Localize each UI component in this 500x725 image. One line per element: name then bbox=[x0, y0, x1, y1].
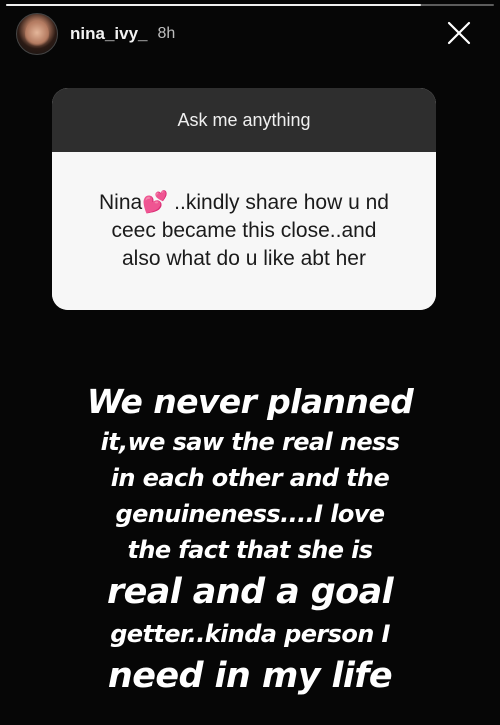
answer-line: genuineness....I love bbox=[115, 500, 386, 528]
story-progress-fill bbox=[6, 4, 421, 6]
question-sticker-title: Ask me anything bbox=[52, 88, 436, 152]
question-line: also what do u like abt her bbox=[122, 247, 366, 270]
question-sticker[interactable]: Ask me anything Nina💕 ..kindly share how… bbox=[52, 88, 436, 310]
answer-line: the fact that she is bbox=[127, 536, 374, 564]
question-line: Nina💕 ..kindly share how u nd bbox=[99, 191, 389, 214]
username[interactable]: nina_ivy_ bbox=[70, 24, 148, 44]
story-header: nina_ivy_ 8h bbox=[16, 12, 484, 56]
close-icon bbox=[447, 21, 471, 45]
answer-line: real and a goal bbox=[106, 572, 394, 612]
question-line: ceec became this close..and bbox=[111, 219, 377, 242]
answer-line: it,we saw the real ness bbox=[100, 428, 400, 456]
answer-line: getter..kinda person I bbox=[110, 620, 390, 648]
story-progress-bar bbox=[6, 4, 494, 6]
answer-text: We never planned it,we saw the real ness… bbox=[20, 380, 480, 700]
post-time: 8h bbox=[157, 25, 176, 42]
answer-line: need in my life bbox=[107, 656, 393, 696]
avatar[interactable] bbox=[16, 13, 58, 55]
story-viewer[interactable]: nina_ivy_ 8h Ask me anything Nina💕 ..kin… bbox=[0, 0, 500, 725]
answer-line: in each other and the bbox=[110, 464, 390, 492]
close-button[interactable] bbox=[444, 18, 474, 48]
question-text: Nina💕 ..kindly share how u nd ceec becam… bbox=[52, 152, 436, 310]
answer-line: We never planned bbox=[86, 382, 414, 421]
